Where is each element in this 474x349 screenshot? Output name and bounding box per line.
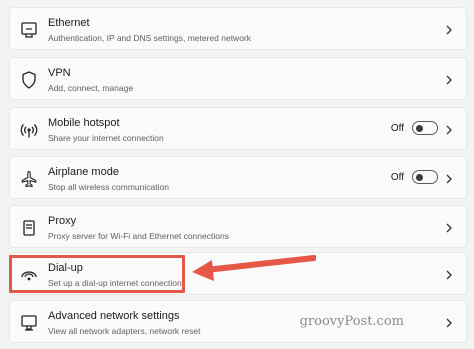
airplane-mode-subtitle: Stop all wireless communication xyxy=(48,182,169,192)
airplane-toggle[interactable] xyxy=(412,170,438,184)
vpn-row[interactable]: VPN Add, connect, manage xyxy=(9,57,467,100)
airplane-icon xyxy=(19,169,39,189)
chevron-right-icon xyxy=(444,23,454,37)
proxy-row[interactable]: Proxy Proxy server for Wi-Fi and Etherne… xyxy=(9,205,467,248)
chevron-right-icon xyxy=(444,73,454,87)
vpn-shield-icon xyxy=(19,70,39,90)
red-arrow-annotation xyxy=(192,255,316,281)
hotspot-icon xyxy=(19,120,39,140)
dialup-icon xyxy=(19,265,39,285)
hotspot-toggle-label: Off xyxy=(390,123,404,134)
ethernet-subtitle: Authentication, IP and DNS settings, met… xyxy=(48,33,252,43)
proxy-subtitle: Proxy server for Wi-Fi and Ethernet conn… xyxy=(48,231,229,241)
advanced-network-settings-subtitle: View all network adapters, network reset xyxy=(48,326,201,336)
dial-up-title: Dial-up xyxy=(48,262,83,274)
hotspot-toggle[interactable] xyxy=(412,121,438,135)
chevron-right-icon xyxy=(444,268,454,282)
proxy-server-icon xyxy=(19,218,39,238)
mobile-hotspot-subtitle: Share your internet connection xyxy=(48,133,164,143)
airplane-mode-row[interactable]: Airplane mode Stop all wireless communic… xyxy=(9,156,467,199)
toggle-knob xyxy=(416,124,423,132)
advanced-network-settings-title: Advanced network settings xyxy=(48,310,180,322)
ethernet-icon xyxy=(19,20,39,40)
ethernet-row[interactable]: Ethernet Authentication, IP and DNS sett… xyxy=(9,7,467,50)
airplane-mode-title: Airplane mode xyxy=(48,166,119,178)
proxy-title: Proxy xyxy=(48,215,77,227)
vpn-title: VPN xyxy=(48,67,71,79)
airplane-toggle-label: Off xyxy=(390,172,404,183)
chevron-right-icon xyxy=(444,221,454,235)
watermark: groovyPost.com xyxy=(299,314,404,329)
mobile-hotspot-title: Mobile hotspot xyxy=(48,117,120,129)
toggle-knob xyxy=(416,173,423,181)
vpn-subtitle: Add, connect, manage xyxy=(48,83,134,93)
chevron-right-icon xyxy=(444,316,454,330)
chevron-right-icon xyxy=(444,123,454,137)
mobile-hotspot-row[interactable]: Mobile hotspot Share your internet conne… xyxy=(9,107,467,150)
ethernet-title: Ethernet xyxy=(48,17,90,29)
chevron-right-icon xyxy=(444,172,454,186)
advanced-network-icon xyxy=(19,313,39,333)
dial-up-subtitle: Set up a dial-up internet connection xyxy=(48,278,182,288)
